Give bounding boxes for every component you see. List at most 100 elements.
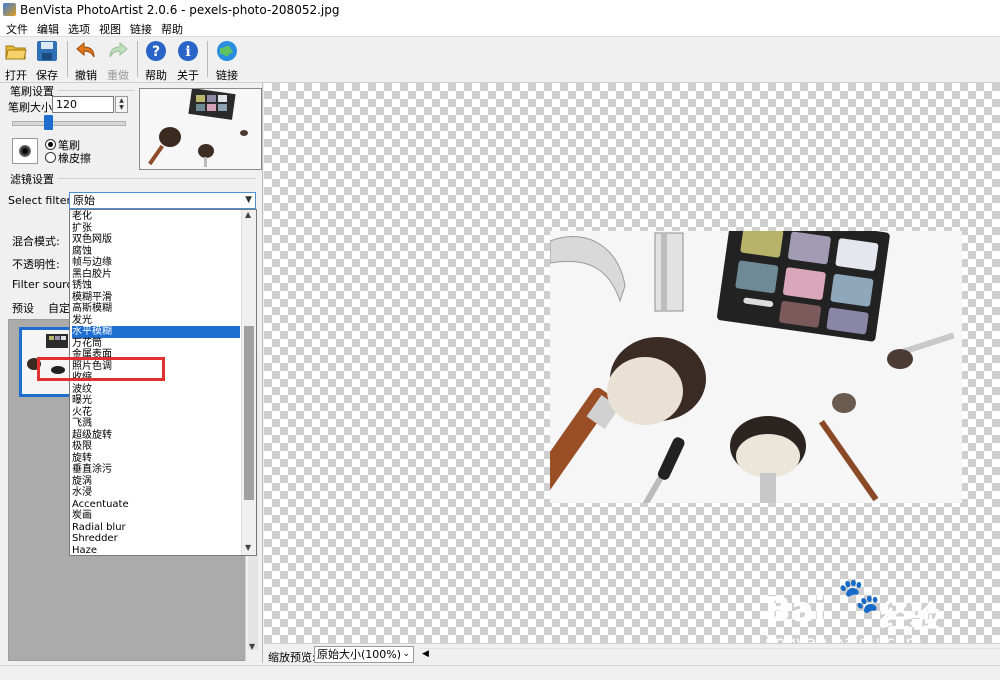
link-label: 链接 <box>216 69 238 82</box>
photo-preview[interactable] <box>550 231 962 503</box>
brush-dot-icon <box>19 145 31 157</box>
filter-option[interactable]: 腐蚀 <box>72 246 240 258</box>
filter-option[interactable]: Accentuate <box>72 499 240 511</box>
filter-option[interactable]: 旋涡 <box>72 476 240 488</box>
zoom-select[interactable]: 原始大小(100%) ⌄ <box>314 646 414 663</box>
brush-size-slider-thumb[interactable] <box>44 115 53 130</box>
open-button[interactable]: 打开 <box>0 39 32 82</box>
redo-arrow-icon <box>109 41 128 58</box>
canvas-horizontal-scrollbar[interactable]: ◀ <box>420 648 1000 663</box>
scroll-down-icon[interactable]: ▼ <box>249 642 255 651</box>
scroll-down-icon[interactable]: ▼ <box>245 543 251 552</box>
chevron-down-icon[interactable]: ▼ <box>245 193 252 208</box>
filter-option[interactable]: 曝光 <box>72 395 240 407</box>
filter-option[interactable]: 老化 <box>72 211 240 223</box>
filter-option[interactable]: 锈蚀 <box>72 280 240 292</box>
makeup-brushes-photo <box>550 231 962 503</box>
menu-options[interactable]: 选项 <box>68 21 90 37</box>
filter-dropdown-list[interactable]: 老化 扩张 双色网版 腐蚀 帧与边缘 黑白胶片 锈蚀 模糊平滑 高斯模糊 发光 水平模糊 万花筒 金属表… <box>69 209 257 556</box>
filter-option[interactable]: 炭画 <box>72 510 240 522</box>
tab-presets[interactable]: 预设 <box>12 300 34 317</box>
brush-size-slider[interactable] <box>12 121 126 126</box>
blend-mode-label: 混合模式: <box>12 235 60 248</box>
scroll-up-icon[interactable]: ▲ <box>245 210 251 219</box>
svg-text:i: i <box>185 44 190 60</box>
app-icon <box>3 3 16 16</box>
zoom-select-value: 原始大小(100%) <box>317 648 402 661</box>
menu-help[interactable]: 帮助 <box>161 21 183 37</box>
filter-option[interactable]: Haze <box>72 545 240 555</box>
brush-preview <box>12 138 38 164</box>
filter-option[interactable]: 发光 <box>72 315 240 327</box>
dropdown-scrollbar-thumb[interactable] <box>244 326 254 500</box>
save-button[interactable]: 保存 <box>31 39 63 82</box>
globe-icon <box>217 41 237 61</box>
link-button[interactable]: 链接 <box>211 39 243 82</box>
save-label: 保存 <box>36 69 58 82</box>
radio-eraser[interactable] <box>45 152 56 163</box>
filter-option[interactable]: 火花 <box>72 407 240 419</box>
folder-open-icon <box>5 45 27 60</box>
title-bar: BenVista PhotoArtist 2.0.6 - pexels-phot… <box>0 0 1000 20</box>
filter-option[interactable]: 黑白胶片 <box>72 269 240 281</box>
stepper-down-icon[interactable]: ▼ <box>116 104 127 111</box>
floppy-disk-icon <box>37 41 57 61</box>
filter-option[interactable]: 模糊平滑 <box>72 292 240 304</box>
scroll-left-icon[interactable]: ◀ <box>422 649 429 659</box>
select-filter-label: Select filter: <box>8 194 75 207</box>
svg-text:?: ? <box>152 44 160 60</box>
filter-select-value: 原始 <box>73 194 95 207</box>
highlight-annotation-box <box>37 357 165 381</box>
filter-option[interactable]: 万花筒 <box>72 338 240 350</box>
group-divider <box>58 90 134 91</box>
navigator-thumbnail[interactable] <box>139 88 262 170</box>
menu-link[interactable]: 链接 <box>130 21 152 37</box>
help-button[interactable]: ? 帮助 <box>140 39 172 82</box>
brush-size-label: 笔刷大小: <box>8 101 56 114</box>
filter-option[interactable]: 高斯模糊 <box>72 303 240 315</box>
undo-arrow-icon <box>76 41 95 58</box>
about-label: 关于 <box>177 69 199 82</box>
brush-size-stepper[interactable]: ▲ ▼ <box>115 96 128 113</box>
filter-option[interactable]: Shredder <box>72 533 240 545</box>
filter-option[interactable]: 水平模糊 <box>72 326 240 338</box>
status-bar <box>0 665 1000 680</box>
menu-view[interactable]: 视图 <box>99 21 121 37</box>
chevron-down-icon[interactable]: ⌄ <box>402 647 410 662</box>
undo-button[interactable]: 撤销 <box>70 39 102 82</box>
radio-eraser-label: 橡皮擦 <box>58 152 91 165</box>
paw-icon: 🐾 <box>838 576 881 616</box>
radio-brush[interactable] <box>45 139 56 150</box>
filter-option[interactable]: 垂直涂污 <box>72 464 240 476</box>
zoom-label: 缩放预览: <box>268 651 316 664</box>
watermark-brand-jingyan: 经验 <box>880 600 940 635</box>
stepper-up-icon[interactable]: ▲ <box>116 97 127 104</box>
menu-file[interactable]: 文件 <box>6 21 28 37</box>
filter-option[interactable]: 旋转 <box>72 453 240 465</box>
question-mark-icon: ? <box>146 41 166 61</box>
tab-custom[interactable]: 自定 <box>48 300 70 317</box>
filter-select[interactable]: 原始 ▼ <box>69 192 256 209</box>
filter-option[interactable]: 极限 <box>72 441 240 453</box>
help-label: 帮助 <box>145 69 167 82</box>
filter-option[interactable]: 飞溅 <box>72 418 240 430</box>
filter-option[interactable]: 水浸 <box>72 487 240 499</box>
brush-group-title: 笔刷设置 <box>10 85 54 98</box>
undo-label: 撤销 <box>75 69 97 82</box>
filter-option[interactable]: 帧与边缘 <box>72 257 240 269</box>
redo-label: 重做 <box>107 69 129 82</box>
dropdown-scrollbar[interactable]: ▲ ▼ <box>241 210 256 555</box>
zoom-bar: 缩放预览: 原始大小(100%) ⌄ ◀ <box>264 643 1000 666</box>
redo-button: 重做 <box>102 39 134 82</box>
toolbar: 打开 保存 撤销 重做 ? 帮助 i 关于 链接 <box>0 37 1000 83</box>
filter-option[interactable]: 双色网版 <box>72 234 240 246</box>
filter-option[interactable]: 扩张 <box>72 223 240 235</box>
about-button[interactable]: i 关于 <box>172 39 204 82</box>
filter-option[interactable]: 波纹 <box>72 384 240 396</box>
opacity-label: 不透明性: <box>12 258 60 271</box>
filter-group-title: 滤镜设置 <box>10 173 54 186</box>
filter-option[interactable]: Radial blur <box>72 522 240 534</box>
menu-edit[interactable]: 编辑 <box>37 21 59 37</box>
filter-option[interactable]: 超级旋转 <box>72 430 240 442</box>
brush-size-input[interactable]: 120 <box>52 96 114 113</box>
